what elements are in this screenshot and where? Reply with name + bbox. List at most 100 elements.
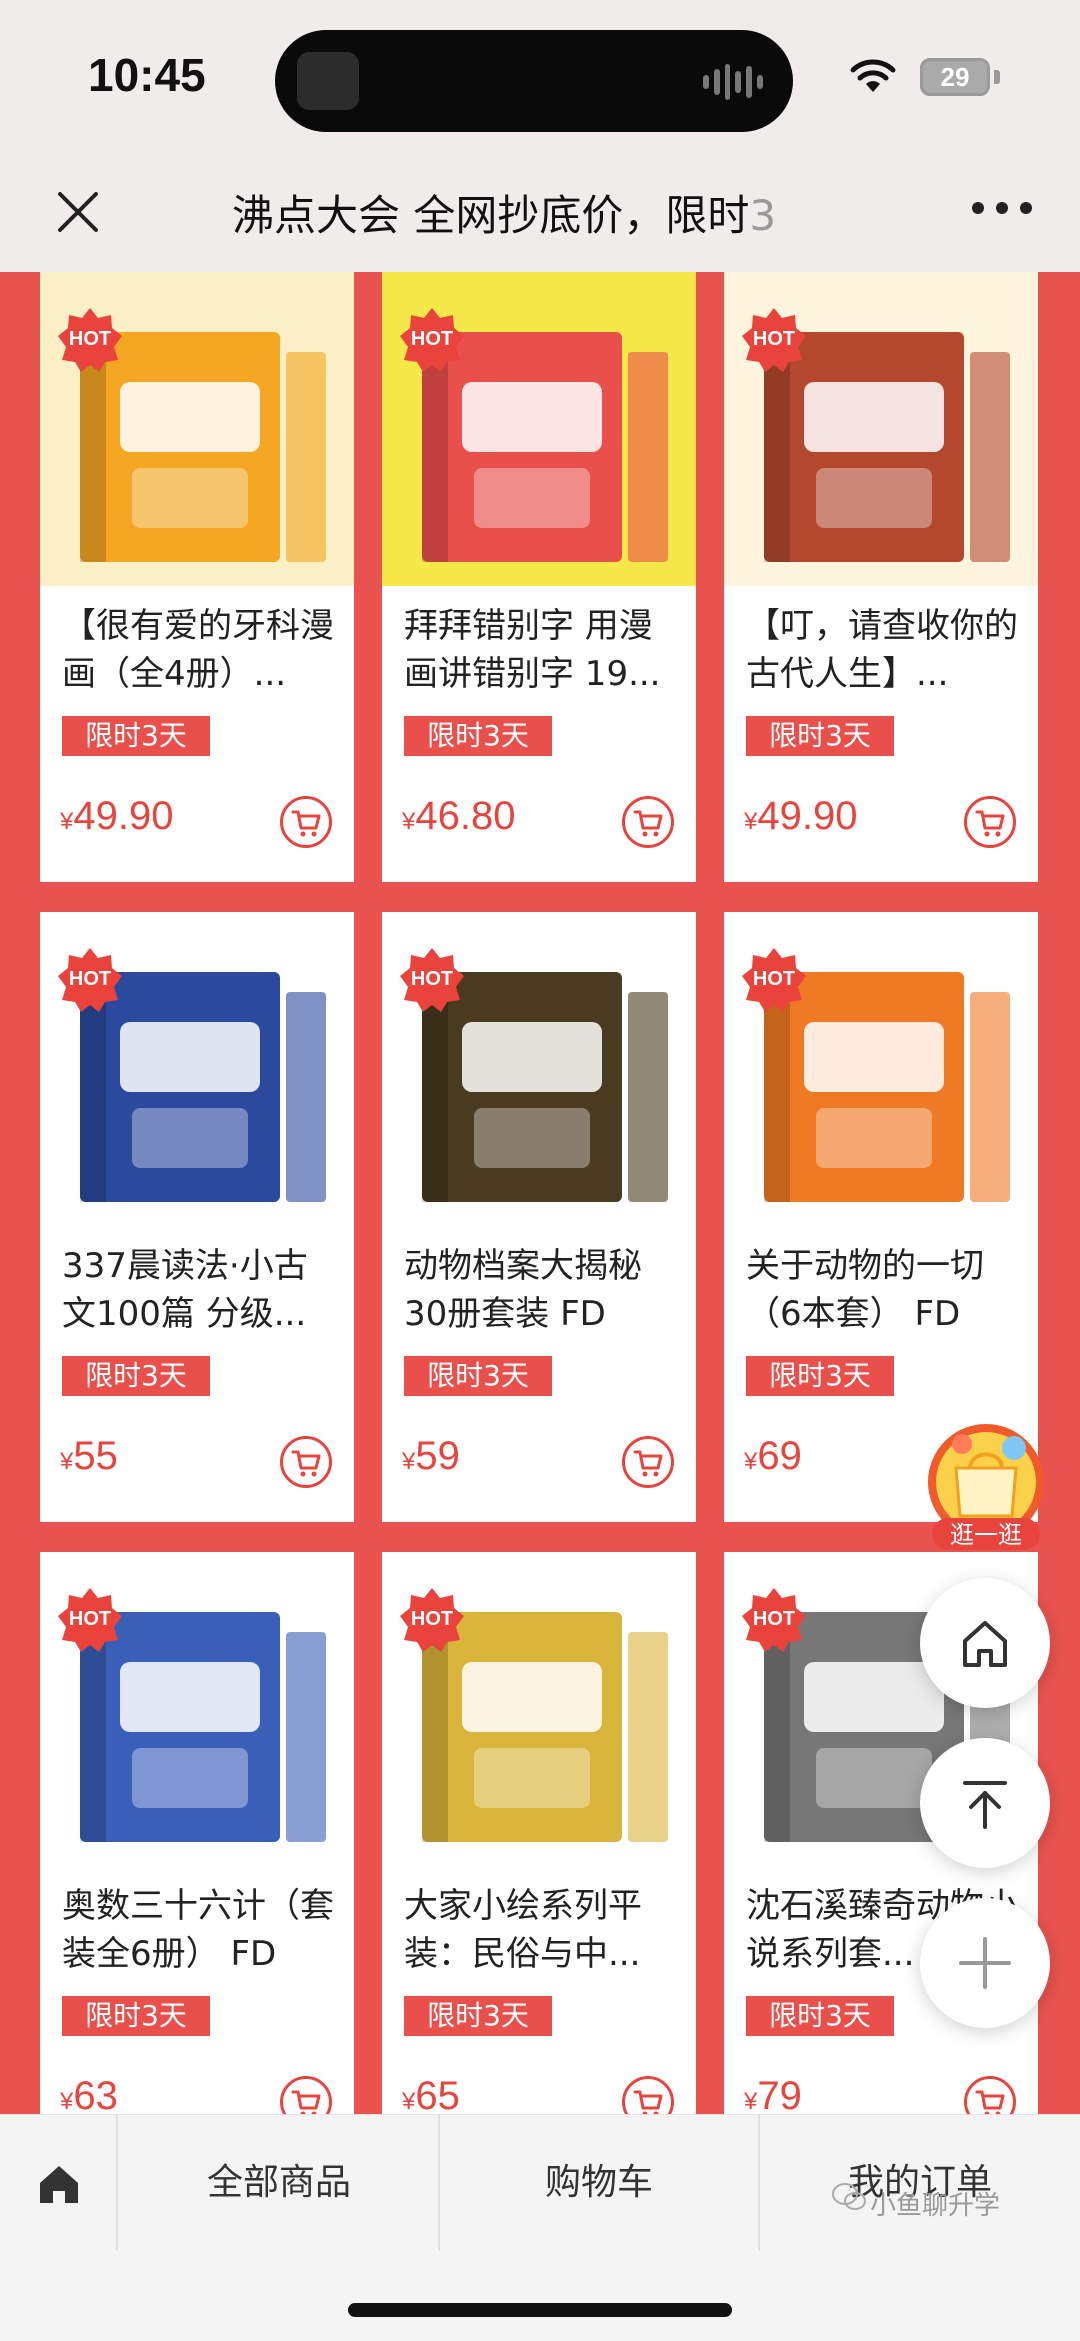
- product-image[interactable]: HOT: [724, 272, 1038, 586]
- cart-icon: [291, 2090, 321, 2114]
- limited-time-tag: 限时3天: [746, 1996, 894, 2036]
- product-price: ¥63: [60, 2074, 118, 2114]
- product-price: ¥49.90: [744, 794, 857, 839]
- hot-badge-label: HOT: [410, 968, 454, 990]
- book-side: [628, 352, 668, 562]
- hot-badge-label: HOT: [752, 968, 796, 990]
- hot-badge: HOT: [740, 306, 808, 374]
- product-card[interactable]: HOT 【很有爱的牙科漫画（全4册）... 限时3天 ¥49.90: [40, 272, 354, 882]
- limited-time-tag: 限时3天: [746, 716, 894, 756]
- product-title[interactable]: 关于动物的一切（6本套） FD: [746, 1242, 1022, 1342]
- add-button[interactable]: [920, 1898, 1050, 2028]
- book-illustration: [474, 468, 590, 528]
- currency-symbol: ¥: [402, 808, 416, 835]
- hot-badge-label: HOT: [410, 1608, 454, 1630]
- hot-badge-label: HOT: [68, 1608, 112, 1630]
- more-options-button[interactable]: [972, 198, 1032, 218]
- product-title[interactable]: 奥数三十六计（套装全6册） FD: [62, 1882, 338, 1982]
- product-price: ¥46.80: [402, 794, 515, 839]
- book-illustration: [474, 1748, 590, 1808]
- product-card[interactable]: HOT 【叮，请查收你的古代人生】... 限时3天 ¥49.90: [724, 272, 1038, 882]
- product-image[interactable]: HOT: [40, 912, 354, 1226]
- product-image[interactable]: HOT: [382, 272, 696, 586]
- battery-level: 29: [940, 62, 970, 92]
- tab-all-products[interactable]: 全部商品: [120, 2115, 438, 2251]
- book-illustration: [132, 1748, 248, 1808]
- book-side: [970, 992, 1010, 1202]
- hot-badge: HOT: [56, 306, 124, 374]
- add-to-cart-button[interactable]: [964, 2076, 1016, 2114]
- add-to-cart-button[interactable]: [280, 796, 332, 848]
- product-title[interactable]: 拜拜错别字 用漫画讲错别字 19...: [404, 602, 680, 702]
- cart-icon: [291, 1450, 321, 1477]
- page-title-text: 沸点大会 全网抄底价，限时: [232, 191, 750, 240]
- price-value: 46.80: [415, 794, 516, 838]
- shopping-bag-icon: 逛一逛: [928, 1424, 1044, 1550]
- currency-symbol: ¥: [744, 1448, 758, 1475]
- currency-symbol: ¥: [744, 2088, 758, 2114]
- add-to-cart-button[interactable]: [622, 1436, 674, 1488]
- close-icon[interactable]: [50, 184, 106, 240]
- book-side: [286, 1632, 326, 1842]
- browse-shop-label: 逛一逛: [950, 1521, 1022, 1549]
- book-side: [628, 1632, 668, 1842]
- tab-home[interactable]: [0, 2115, 118, 2251]
- battery-icon: 29: [920, 58, 990, 96]
- product-image[interactable]: HOT: [724, 912, 1038, 1226]
- product-image[interactable]: HOT: [382, 1552, 696, 1866]
- cart-icon: [291, 810, 321, 837]
- book-side: [286, 992, 326, 1202]
- product-card[interactable]: HOT 奥数三十六计（套装全6册） FD 限时3天 ¥63: [40, 1552, 354, 2114]
- product-image[interactable]: HOT: [40, 1552, 354, 1866]
- product-title[interactable]: 【叮，请查收你的古代人生】...: [746, 602, 1022, 702]
- book-title-panel: [120, 382, 260, 452]
- browse-shop-button[interactable]: 逛一逛: [922, 1420, 1050, 1552]
- product-price: ¥59: [402, 1434, 460, 1479]
- hot-badge: HOT: [56, 946, 124, 1014]
- limited-time-tag: 限时3天: [404, 716, 552, 756]
- back-to-top-button[interactable]: [920, 1738, 1050, 1868]
- book-title-panel: [462, 1022, 602, 1092]
- book-title-panel: [462, 382, 602, 452]
- product-price: ¥49.90: [60, 794, 173, 839]
- product-card[interactable]: HOT 大家小绘系列平装：民俗与中... 限时3天 ¥65: [382, 1552, 696, 2114]
- add-to-cart-button[interactable]: [964, 796, 1016, 848]
- hot-badge-label: HOT: [752, 1608, 796, 1630]
- product-price: ¥69: [744, 1434, 802, 1479]
- book-side: [286, 352, 326, 562]
- cart-icon: [975, 810, 1005, 837]
- home-float-button[interactable]: [920, 1578, 1050, 1708]
- home-icon: [963, 1621, 1007, 1667]
- hot-badge: HOT: [398, 306, 466, 374]
- limited-time-tag: 限时3天: [62, 1356, 210, 1396]
- book-illustration: [816, 1748, 932, 1808]
- hot-badge: HOT: [398, 1586, 466, 1654]
- product-image[interactable]: HOT: [382, 912, 696, 1226]
- add-to-cart-button[interactable]: [622, 796, 674, 848]
- tab-cart[interactable]: 购物车: [440, 2115, 758, 2251]
- book-title-panel: [804, 1022, 944, 1092]
- add-to-cart-button[interactable]: [280, 2076, 332, 2114]
- currency-symbol: ¥: [60, 1448, 74, 1475]
- page-title-overflow: 3: [749, 191, 777, 240]
- tab-my-orders[interactable]: 我的订单: [760, 2115, 1080, 2251]
- currency-symbol: ¥: [60, 2088, 74, 2114]
- book-side: [628, 992, 668, 1202]
- product-card[interactable]: HOT 拜拜错别字 用漫画讲错别字 19... 限时3天 ¥46.80: [382, 272, 696, 882]
- product-card[interactable]: HOT 337晨读法·小古文100篇 分级... 限时3天 ¥55: [40, 912, 354, 1522]
- product-card[interactable]: HOT 动物档案大揭秘30册套装 FD 限时3天 ¥59: [382, 912, 696, 1522]
- watermark-text: 小鱼聊升学: [870, 2191, 1001, 2221]
- price-value: 79: [757, 2074, 802, 2114]
- limited-time-tag: 限时3天: [62, 716, 210, 756]
- add-to-cart-button[interactable]: [622, 2076, 674, 2114]
- limited-time-tag: 限时3天: [404, 1356, 552, 1396]
- product-title[interactable]: 动物档案大揭秘30册套装 FD: [404, 1242, 680, 1342]
- product-title[interactable]: 337晨读法·小古文100篇 分级...: [62, 1242, 338, 1342]
- wechat-icon: [832, 2183, 866, 2210]
- product-title[interactable]: 【很有爱的牙科漫画（全4册）...: [62, 602, 338, 702]
- add-to-cart-button[interactable]: [280, 1436, 332, 1488]
- price-value: 63: [73, 2074, 118, 2114]
- product-image[interactable]: HOT: [40, 272, 354, 586]
- product-title[interactable]: 大家小绘系列平装：民俗与中...: [404, 1882, 680, 1982]
- cart-icon: [975, 2090, 1005, 2114]
